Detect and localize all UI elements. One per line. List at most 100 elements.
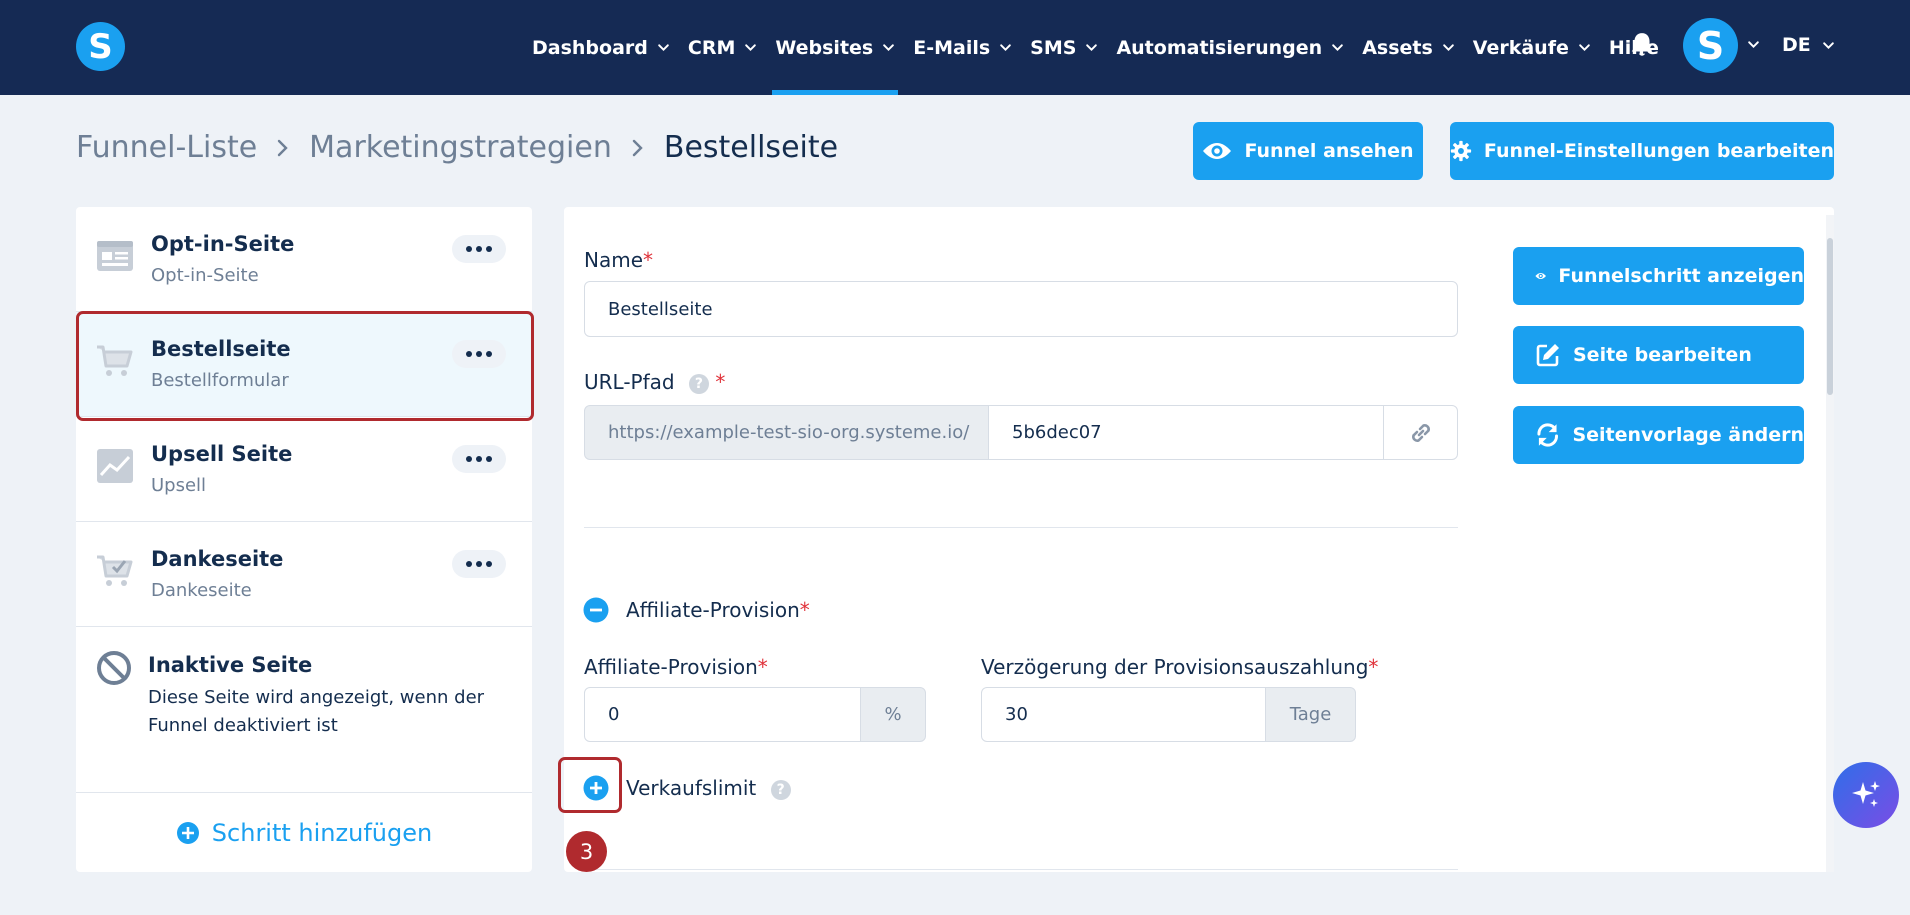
ai-assistant-button[interactable]: [1833, 762, 1899, 828]
chevron-down-icon: [658, 44, 669, 52]
ban-icon: [97, 651, 131, 685]
name-field-label: Name*: [584, 248, 654, 272]
step-order-page[interactable]: Bestellseite Bestellformular: [76, 312, 532, 417]
nav-item-label: E-Mails: [913, 36, 991, 59]
nav-item-automations[interactable]: Automatisierungen: [1116, 0, 1344, 95]
nav-item-label: Verkäufe: [1472, 36, 1569, 59]
bell-icon[interactable]: [1629, 31, 1655, 59]
eye-icon: [1535, 272, 1547, 280]
edit-settings-label: Funnel-Einstellungen bearbeiten: [1483, 140, 1834, 162]
help-icon[interactable]: ?: [770, 779, 791, 800]
top-navigation: S Dashboard CRM Websites E-Mails SMS Aut…: [0, 0, 1910, 95]
nav-item-label: Automatisierungen: [1116, 36, 1323, 59]
collapse-minus-icon[interactable]: [583, 597, 609, 623]
chevron-right-icon: [632, 139, 643, 156]
breadcrumb-funnel-list[interactable]: Funnel-Liste: [76, 130, 257, 165]
url-slug-input[interactable]: 5b6dec07: [988, 405, 1384, 460]
main-menu: Dashboard CRM Websites E-Mails SMS Autom…: [532, 0, 1677, 95]
sales-limit-label: Verkaufslimit ?: [626, 776, 791, 800]
chevron-down-icon: [883, 44, 895, 52]
step-menu-button[interactable]: [452, 550, 506, 578]
breadcrumb-funnel[interactable]: Marketingstrategien: [309, 130, 612, 165]
step-title: Opt-in-Seite: [151, 232, 295, 256]
url-path-label: URL-Pfad ? *: [584, 370, 726, 394]
link-icon: [1411, 423, 1430, 442]
copy-link-button[interactable]: [1383, 405, 1458, 460]
nav-item-crm[interactable]: CRM: [688, 0, 757, 95]
change-template-label: Seitenvorlage ändern: [1572, 424, 1804, 446]
app-logo[interactable]: S: [76, 22, 125, 71]
chevron-right-icon: [277, 139, 288, 156]
refresh-icon: [1537, 423, 1558, 447]
chevron-down-icon: [1579, 44, 1590, 52]
edit-page-label: Seite bearbeiten: [1573, 344, 1752, 366]
name-field[interactable]: Bestellseite: [584, 281, 1458, 337]
nav-item-assets[interactable]: Assets: [1362, 0, 1455, 95]
chevron-down-icon: [1332, 44, 1343, 52]
chevron-down-icon: [1000, 44, 1011, 52]
step-subtitle: Dankeseite: [151, 580, 252, 601]
nav-item-websites[interactable]: Websites: [772, 0, 899, 95]
breadcrumb: Funnel-Liste Marketingstrategien Bestell…: [76, 130, 838, 165]
gear-icon: [1450, 140, 1472, 162]
step-menu-button[interactable]: [452, 235, 506, 263]
percent-addon: %: [860, 687, 926, 742]
nav-item-label: Assets: [1362, 36, 1433, 59]
url-prefix: https://example-test-sio-org.systeme.io/: [584, 405, 989, 460]
plus-circle-icon: [176, 821, 199, 844]
step-title: Bestellseite: [151, 337, 291, 361]
add-step-label: Schritt hinzufügen: [211, 818, 433, 847]
chevron-down-icon: [1442, 44, 1454, 52]
nav-item-label: Dashboard: [532, 36, 648, 59]
sparkles-icon: [1852, 781, 1880, 807]
affiliate-commission-input[interactable]: 0: [584, 687, 861, 742]
chart-up-icon: [97, 449, 133, 483]
nav-item-sms[interactable]: SMS: [1030, 0, 1098, 95]
step-menu-button[interactable]: [452, 340, 506, 368]
section-divider: [584, 869, 1458, 870]
nav-item-label: SMS: [1030, 36, 1077, 59]
step-menu-button[interactable]: [452, 445, 506, 473]
nav-item-label: Websites: [775, 36, 874, 59]
expand-plus-icon[interactable]: [583, 775, 609, 801]
cart-icon: [97, 345, 133, 376]
optin-form-icon: [97, 241, 133, 271]
affiliate-section-label: Affiliate-Provision*: [626, 598, 810, 622]
language-switcher[interactable]: DE: [1782, 0, 1835, 90]
affiliate-commission-label: Affiliate-Provision*: [584, 655, 768, 679]
show-funnel-step-button[interactable]: Funnelschritt anzeigen: [1513, 247, 1804, 305]
edit-page-button[interactable]: Seite bearbeiten: [1513, 326, 1804, 384]
step-upsell[interactable]: Upsell Seite Upsell: [76, 417, 532, 522]
payout-delay-input[interactable]: 30: [981, 687, 1266, 742]
view-funnel-button[interactable]: Funnel ansehen: [1193, 122, 1423, 180]
add-step-button[interactable]: Schritt hinzufügen: [76, 792, 532, 872]
step-title: Upsell Seite: [151, 442, 293, 466]
breadcrumb-current: Bestellseite: [663, 130, 839, 165]
section-divider: [584, 527, 1458, 528]
step-thank-you[interactable]: Dankeseite Dankeseite: [76, 522, 532, 627]
edit-funnel-settings-button[interactable]: Funnel-Einstellungen bearbeiten: [1450, 122, 1834, 180]
help-icon[interactable]: ?: [688, 373, 709, 394]
edit-icon: [1536, 344, 1559, 367]
nav-item-sales[interactable]: Verkäufe: [1473, 0, 1591, 95]
chevron-down-icon: [1086, 44, 1098, 52]
step-title: Dankeseite: [151, 547, 284, 571]
chevron-down-icon: [745, 44, 757, 52]
nav-item-emails[interactable]: E-Mails: [913, 0, 1012, 95]
change-template-button[interactable]: Seitenvorlage ändern: [1513, 406, 1804, 464]
show-step-label: Funnelschritt anzeigen: [1558, 265, 1804, 287]
language-label: DE: [1782, 34, 1811, 56]
user-avatar[interactable]: S: [1683, 18, 1738, 73]
chevron-down-icon[interactable]: [1747, 38, 1760, 51]
nav-item-dashboard[interactable]: Dashboard: [532, 0, 670, 95]
step-optin[interactable]: Opt-in-Seite Opt-in-Seite: [76, 207, 532, 312]
cart-check-icon: [97, 555, 133, 586]
funnel-steps-panel: Opt-in-Seite Opt-in-Seite Bestellseite B…: [76, 207, 532, 872]
step-subtitle: Opt-in-Seite: [151, 265, 259, 286]
chevron-down-icon: [1822, 41, 1834, 49]
inactive-page-description: Diese Seite wird angezeigt, wenn der Fun…: [148, 687, 485, 736]
form-scrollbar-thumb[interactable]: [1827, 238, 1833, 395]
inactive-page-title[interactable]: Inaktive Seite: [148, 653, 312, 677]
eye-icon: [1203, 143, 1232, 159]
annotation-number: 3: [566, 831, 607, 872]
